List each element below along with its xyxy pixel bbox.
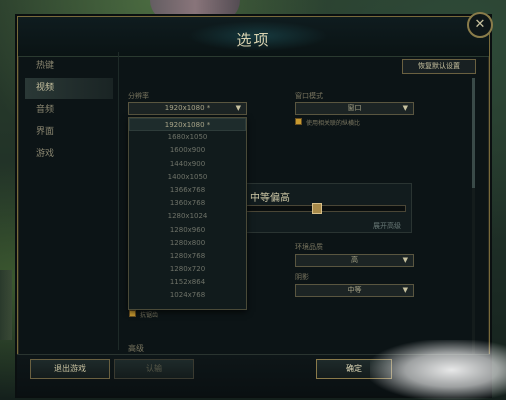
environment-quality-value: 高	[351, 256, 358, 264]
resolution-label: 分辨率	[128, 92, 149, 100]
shadow-label: 阴影	[295, 273, 309, 281]
window-mode-label: 窗口模式	[295, 92, 323, 100]
background-edge	[0, 270, 12, 340]
environment-quality-label: 环境品质	[295, 243, 323, 251]
environment-quality-select[interactable]: 高 ▼	[295, 254, 414, 267]
aspect-ratio-label: 使用相关联的纵横比	[306, 120, 361, 127]
sidebar-item-hotkeys[interactable]: 热键	[25, 56, 113, 77]
resolution-dropdown-list: 1920x1080 * 1680x1050 1600x900 1440x900 1400…	[128, 117, 247, 310]
chevron-down-icon: ▼	[402, 256, 408, 264]
chevron-down-icon: ▼	[235, 104, 241, 112]
window-mode-value: 窗口	[347, 104, 362, 112]
sidebar-item-interface[interactable]: 界面	[25, 122, 113, 143]
sidebar-item-game[interactable]: 游戏	[25, 144, 113, 165]
watermark-overlay	[370, 340, 506, 400]
scrollbar-thumb[interactable]	[472, 78, 475, 188]
aspect-ratio-checkbox[interactable]	[295, 118, 302, 125]
anti-alias-label: 抗锯齿	[140, 312, 159, 319]
dropdown-option[interactable]: 1600x900	[129, 144, 246, 157]
advanced-settings-link[interactable]: 展开高级	[373, 221, 401, 231]
shadow-value: 中等	[347, 286, 362, 294]
dropdown-option[interactable]: 1280x720	[129, 263, 246, 276]
section-heading: 高级	[128, 344, 144, 353]
chevron-down-icon: ▼	[402, 286, 408, 294]
dropdown-option[interactable]: 1024x768	[129, 289, 246, 302]
anti-alias-checkbox[interactable]	[129, 310, 136, 317]
chevron-down-icon: ▼	[402, 104, 408, 112]
sidebar-item-video[interactable]: 视频	[25, 78, 113, 99]
dropdown-option[interactable]: 1280x800	[129, 237, 246, 250]
restore-defaults-button[interactable]: 恢复默认设置	[402, 59, 476, 74]
dropdown-option[interactable]: 1366x768	[129, 184, 246, 197]
resolution-select[interactable]: 1920x1080 * ▼	[128, 102, 247, 115]
dialog-titlebar: 选项	[18, 17, 489, 57]
slider-handle[interactable]	[311, 203, 322, 214]
dropdown-option[interactable]: 1152x864	[129, 276, 246, 289]
dropdown-option[interactable]: 1280x960	[129, 224, 246, 237]
dialog-title: 选项	[236, 31, 271, 49]
window-mode-select[interactable]: 窗口 ▼	[295, 102, 414, 115]
graphics-quality-slider[interactable]	[244, 205, 406, 212]
dropdown-option[interactable]: 1360x768	[129, 197, 246, 210]
graphics-quality-value: 中等偏高	[250, 193, 290, 204]
resolution-value: 1920x1080 *	[164, 104, 211, 112]
surrender-button[interactable]: 认输	[114, 359, 194, 379]
shadow-select[interactable]: 中等 ▼	[295, 284, 414, 297]
sidebar: 热键 视频 音频 界面 游戏	[25, 56, 113, 356]
dropdown-option[interactable]: 1280x768	[129, 250, 246, 263]
dropdown-option[interactable]: 1920x1080 *	[129, 118, 246, 132]
dropdown-option[interactable]: 1440x900	[129, 158, 246, 171]
close-icon[interactable]: ✕	[467, 12, 493, 38]
dropdown-option[interactable]: 1280x1024	[129, 210, 246, 223]
sidebar-item-audio[interactable]: 音频	[25, 100, 113, 121]
dropdown-option[interactable]: 1680x1050	[129, 131, 246, 144]
exit-game-button[interactable]: 退出游戏	[30, 359, 110, 379]
dropdown-option[interactable]: 1400x1050	[129, 171, 246, 184]
